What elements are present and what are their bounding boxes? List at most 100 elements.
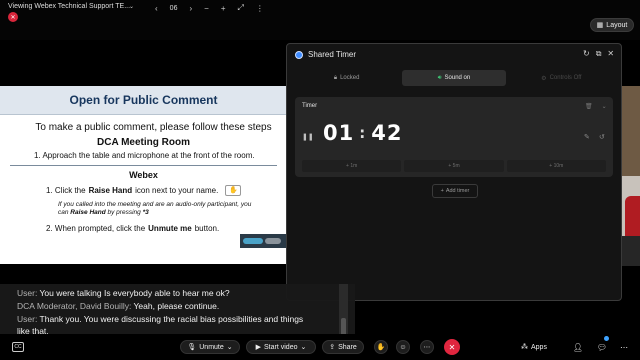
participants-icon: 👤︎ — [572, 342, 584, 352]
layout-button[interactable]: ▦ Layout — [590, 18, 634, 32]
timer-presets: + 1m + 5m + 10m — [302, 160, 606, 172]
caption-line: User: You were talking Is everybody able… — [17, 288, 230, 298]
step-emphasis: Unmute me — [148, 224, 192, 233]
zoom-in-button[interactable]: + — [221, 4, 226, 13]
share-button[interactable]: ⇪ Share — [322, 340, 364, 354]
start-video-button[interactable]: ▶ Start video ⌄ — [246, 340, 316, 354]
preset-add-10m-button[interactable]: + 10m — [506, 160, 606, 172]
timer-minutes: 01 — [323, 121, 355, 145]
document-header: Open for Public Comment — [0, 86, 287, 115]
unmute-button[interactable]: 🎙︎ Unmute ⌄ — [180, 340, 240, 354]
layout-grid-icon: ▦ — [596, 22, 604, 29]
room-title: DCA Meeting Room — [97, 137, 190, 148]
speaker-icon: 🔊︎ — [437, 74, 442, 81]
timer-card: Timer 🗑︎ ⌄ ❚❚ 01 : 42 ✎ ↺ + 1m + 5m + 10… — [295, 97, 613, 177]
timer-panel-header: Shared Timer ↻ ⧉ ✕ — [287, 44, 621, 66]
tab-label: Locked — [340, 75, 360, 81]
edit-icon[interactable]: ✎ — [584, 133, 590, 141]
viewing-share-title[interactable]: Viewing Webex Technical Support TE... — [8, 3, 130, 10]
meeting-control-bar: CC 🎙︎ Unmute ⌄ ▶ Start video ⌄ ⇪ Share ✋… — [0, 334, 640, 360]
tab-locked[interactable]: 🔒︎ Locked — [295, 70, 398, 86]
tab-label: Sound on — [444, 75, 471, 81]
more-icon: ⋯ — [620, 342, 628, 352]
raise-hand-icon: ✋ — [225, 185, 242, 196]
share-label: Share — [338, 343, 357, 351]
step-text: 2. When prompted, click the — [46, 224, 146, 233]
audio-only-note: If you called into the meeting and are a… — [58, 201, 258, 217]
timer-display: 01 : 42 — [323, 121, 402, 145]
reset-icon[interactable]: ↺ — [599, 133, 605, 141]
more-options-button[interactable]: ⋯ — [616, 340, 632, 354]
more-button[interactable]: ⋯ — [420, 340, 434, 354]
step-text: 1. Click the — [46, 186, 86, 195]
previous-page-button[interactable]: ‹ — [155, 4, 158, 13]
meeting-top-bar: Viewing Webex Technical Support TE... ⌄ … — [0, 0, 640, 40]
participants-button[interactable]: 👤︎ — [570, 340, 586, 354]
unmute-label: Unmute — [199, 343, 224, 351]
reactions-button[interactable]: ☺ — [396, 340, 410, 354]
timer-side-actions: ✎ ↺ — [584, 133, 605, 141]
notification-dot — [604, 336, 609, 341]
timer-mode-tabs: 🔒︎ Locked 🔊︎ Sound on ⚙ Controls Off — [295, 70, 613, 86]
tab-sound-on[interactable]: 🔊︎ Sound on — [402, 70, 506, 86]
raise-hand-button[interactable]: ✋ — [374, 340, 388, 354]
webex-step-1: 1. Click the Raise Hand icon next to you… — [46, 185, 287, 196]
tab-controls-off[interactable]: ⚙ Controls Off — [510, 70, 613, 86]
zoom-out-button[interactable]: − — [204, 4, 209, 13]
video-region — [622, 236, 640, 266]
page-number: 06 — [169, 4, 178, 12]
closed-captions-button[interactable]: CC — [12, 342, 24, 352]
refresh-icon[interactable]: ↻ — [583, 49, 590, 59]
timer-label: Timer — [302, 103, 318, 109]
caption-speaker: User: — [17, 314, 38, 324]
popout-icon[interactable]: ⧉ — [596, 49, 602, 59]
caption-line: User: Thank you. You were discussing the… — [17, 314, 303, 324]
preset-add-5m-button[interactable]: + 5m — [404, 160, 504, 172]
timer-panel-title: Shared Timer — [308, 50, 357, 59]
apps-button[interactable]: ⁂ Apps — [521, 340, 547, 354]
chevron-down-icon: ⌄ — [226, 344, 233, 351]
chat-icon: 💬︎ — [596, 342, 608, 352]
timer-card-actions: 🗑︎ ⌄ — [585, 103, 607, 110]
fit-screen-button[interactable]: ⤢ — [237, 3, 243, 13]
share-screen-icon: ⇪ — [329, 344, 336, 351]
note-emphasis: Raise Hand — [70, 209, 106, 216]
step-text: button. — [194, 224, 220, 233]
chevron-down-icon[interactable]: ⌄ — [129, 3, 134, 10]
caption-text: Yeah, please continue. — [133, 301, 220, 311]
unmute-button-illustration — [240, 234, 287, 248]
panel-window-controls: ↻ ⧉ ✕ — [583, 49, 614, 59]
caption-speaker: User: — [17, 288, 38, 298]
more-options-button[interactable]: ⋮ — [256, 4, 264, 13]
delete-icon[interactable]: 🗑︎ — [585, 103, 593, 110]
illustration-shape — [265, 238, 281, 244]
document-divider — [10, 165, 277, 166]
room-step: 1. Approach the table and microphone at … — [34, 151, 255, 160]
controls-icon: ⚙ — [541, 75, 547, 82]
lock-icon: 🔒︎ — [333, 74, 338, 81]
next-page-button[interactable]: › — [189, 4, 192, 13]
timer-seconds: 42 — [371, 121, 403, 145]
close-icon[interactable]: ✕ — [607, 49, 614, 59]
preset-add-1m-button[interactable]: + 1m — [302, 160, 402, 172]
shared-timer-panel: Shared Timer ↻ ⧉ ✕ 🔒︎ Locked 🔊︎ Sound on… — [286, 43, 622, 301]
add-timer-button[interactable]: + Add timer — [432, 184, 478, 198]
document-intro: To make a public comment, please follow … — [35, 122, 272, 133]
chat-button[interactable]: 💬︎ — [594, 340, 610, 354]
recording-indicator-icon: ✕ — [8, 12, 18, 22]
pause-button[interactable]: ❚❚ — [302, 133, 314, 141]
collapse-icon[interactable]: ⌄ — [602, 103, 607, 110]
note-text: by pressing — [107, 209, 141, 216]
shared-timer-logo-icon — [295, 51, 303, 59]
note-key: *3 — [142, 209, 149, 216]
apps-label: Apps — [531, 343, 547, 351]
leave-meeting-button[interactable]: ✕ — [444, 339, 460, 355]
participant-video-strip[interactable] — [622, 86, 640, 266]
caption-speaker: DCA Moderator, David Bouilly: — [17, 301, 132, 311]
webex-step-2: 2. When prompted, click the Unmute me bu… — [46, 224, 287, 233]
camera-off-icon: ▶ — [255, 344, 262, 351]
caption-text: You were talking Is everybody able to he… — [39, 288, 230, 298]
document-title: Open for Public Comment — [69, 93, 218, 107]
webex-title: Webex — [129, 170, 158, 180]
timer-colon: : — [359, 124, 367, 142]
